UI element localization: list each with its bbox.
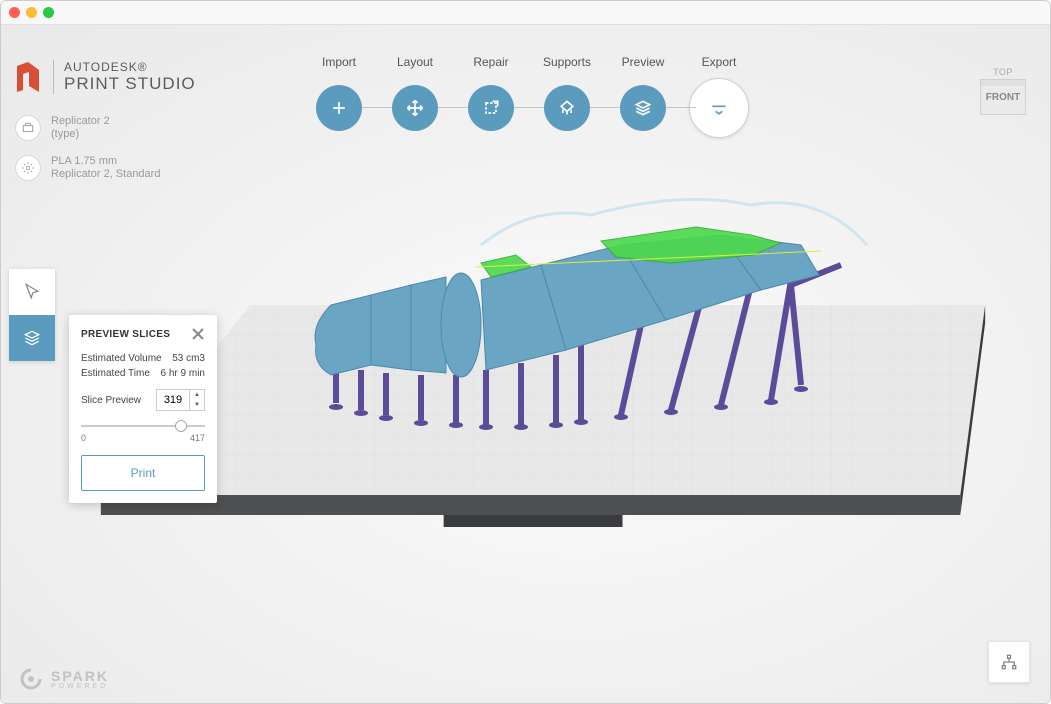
- material-selector[interactable]: PLA 1.75 mm Replicator 2, Standard: [15, 155, 160, 181]
- export-icon: [689, 78, 749, 138]
- repair-icon: [468, 85, 514, 131]
- workflow-steps: Import Layout Repair Supports Preview: [301, 55, 757, 138]
- layers-icon: [620, 85, 666, 131]
- material-name: PLA 1.75 mm: [51, 155, 160, 168]
- window-titlebar: [1, 1, 1050, 25]
- autodesk-logo-icon: [15, 60, 41, 94]
- view-cube[interactable]: TOP FRONT: [980, 67, 1026, 115]
- slice-slider-thumb[interactable]: [175, 420, 187, 432]
- move-icon: [392, 85, 438, 131]
- minimize-window-button[interactable]: [26, 7, 37, 18]
- plus-icon: [316, 85, 362, 131]
- slice-preview-tool[interactable]: [9, 315, 55, 361]
- supports-icon: [544, 85, 590, 131]
- spark-badge: SPARK POWERED: [19, 667, 109, 691]
- viewcube-top-label: TOP: [993, 67, 1013, 77]
- hierarchy-icon: [1000, 653, 1018, 671]
- printer-icon: [15, 115, 41, 141]
- app-window: AUTODESK® PRINT STUDIO Replicator 2 (typ…: [0, 0, 1051, 704]
- printer-name: Replicator 2: [51, 115, 110, 128]
- step-preview[interactable]: Preview: [605, 55, 681, 131]
- step-layout[interactable]: Layout: [377, 55, 453, 131]
- brand-line2: PRINT STUDIO: [64, 74, 196, 94]
- model-3d: [281, 185, 871, 445]
- scene-hierarchy-button[interactable]: [988, 641, 1030, 683]
- print-button[interactable]: Print: [81, 455, 205, 491]
- slider-max: 417: [190, 433, 205, 443]
- gear-icon: [15, 155, 41, 181]
- step-supports[interactable]: Supports: [529, 55, 605, 131]
- close-panel-button[interactable]: [191, 327, 205, 341]
- slider-min: 0: [81, 433, 86, 443]
- spark-line2: POWERED: [51, 683, 109, 690]
- est-vol-label: Estimated Volume: [81, 353, 162, 364]
- step-export[interactable]: Export: [681, 55, 757, 138]
- slice-value-input[interactable]: [157, 390, 189, 410]
- spark-icon: [19, 667, 43, 691]
- preview-slices-panel: PREVIEW SLICES Estimated Volume 53 cm3 E…: [69, 315, 217, 503]
- est-time-label: Estimated Time: [81, 368, 150, 379]
- slice-preview-label: Slice Preview: [81, 395, 141, 406]
- step-repair[interactable]: Repair: [453, 55, 529, 131]
- printer-selector[interactable]: Replicator 2 (type): [15, 115, 110, 141]
- viewcube-front-face[interactable]: FRONT: [980, 79, 1026, 115]
- app-brand: AUTODESK® PRINT STUDIO: [15, 60, 196, 94]
- printer-type: (type): [51, 128, 110, 141]
- layers-icon: [22, 328, 42, 348]
- est-time-value: 6 hr 9 min: [161, 368, 205, 379]
- close-icon: [191, 327, 205, 341]
- tool-rail: [9, 269, 55, 361]
- slice-down-button[interactable]: ▼: [190, 400, 204, 410]
- est-vol-value: 53 cm3: [172, 353, 205, 364]
- close-window-button[interactable]: [9, 7, 20, 18]
- cursor-icon: [22, 282, 42, 302]
- step-import[interactable]: Import: [301, 55, 377, 131]
- app-body: AUTODESK® PRINT STUDIO Replicator 2 (typ…: [1, 25, 1050, 703]
- panel-title: PREVIEW SLICES: [81, 329, 170, 340]
- maximize-window-button[interactable]: [43, 7, 54, 18]
- spark-line1: SPARK: [51, 669, 109, 683]
- profile-name: Replicator 2, Standard: [51, 168, 160, 181]
- slice-slider[interactable]: [81, 425, 205, 427]
- select-tool[interactable]: [9, 269, 55, 315]
- slice-up-button[interactable]: ▲: [190, 390, 204, 400]
- slice-spinner: ▲ ▼: [156, 389, 205, 411]
- brand-line1: AUTODESK®: [64, 60, 196, 74]
